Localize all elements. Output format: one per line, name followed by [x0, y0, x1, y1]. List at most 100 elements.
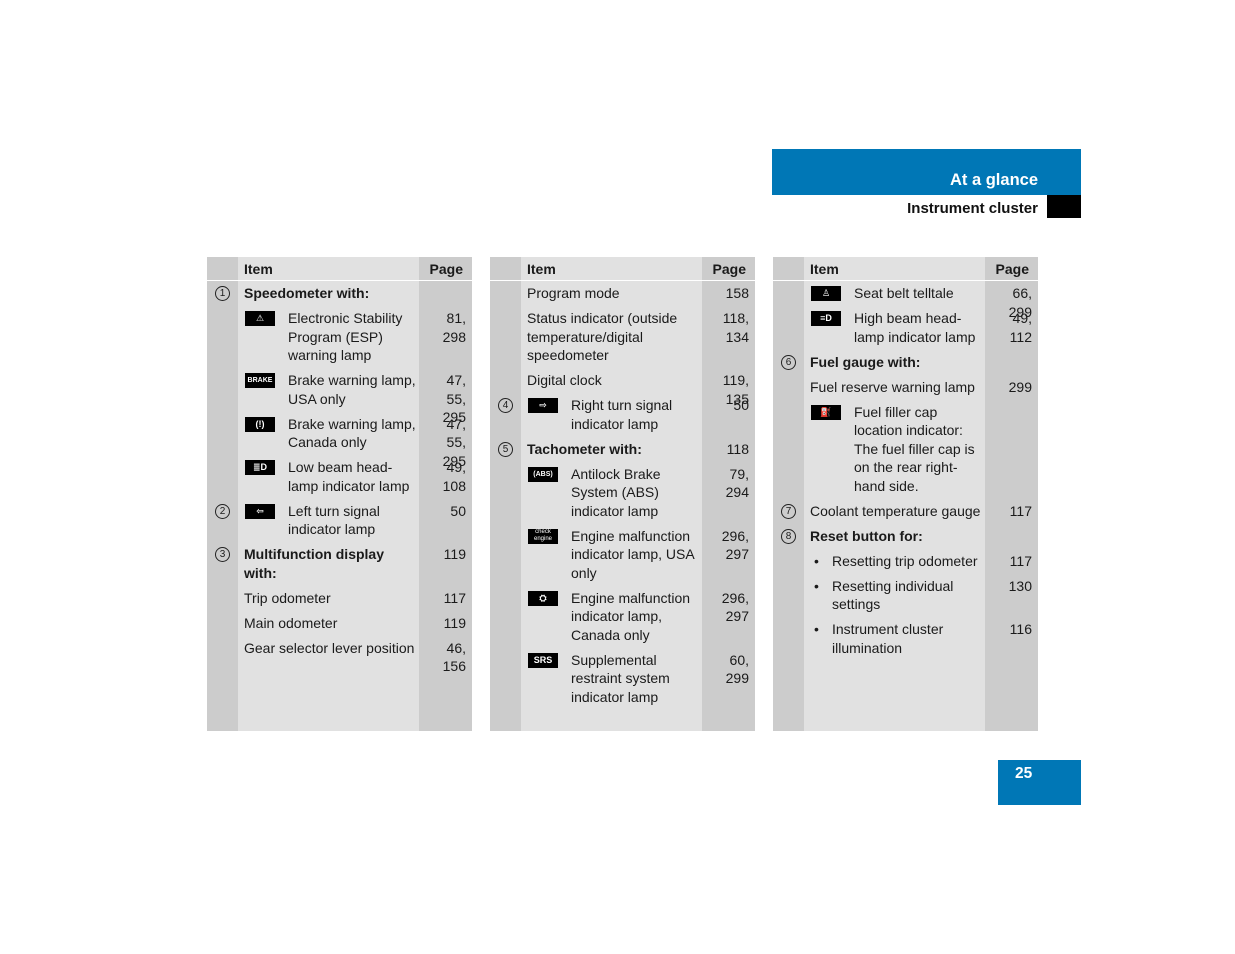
- page-reference: 158: [725, 285, 749, 301]
- table-row: ⚠ Electronic Stability Program (ESP) warn…: [207, 309, 472, 371]
- item-text: Seat belt telltale: [854, 285, 954, 301]
- callout-number: 4: [498, 398, 513, 413]
- table-row: Digital clock 119, 135: [490, 371, 755, 407]
- page-reference: 116: [1009, 621, 1032, 637]
- item-text: Digital clock: [527, 372, 602, 388]
- item-text: Speedometer with:: [244, 285, 370, 301]
- item-text: Coolant temperature gauge: [810, 502, 981, 519]
- item-text: Fuel filler cap location indicator: The …: [854, 403, 975, 494]
- page-number-box: 25: [998, 760, 1081, 805]
- table-row: ⛽ Fuel filler cap location indicator: The…: [773, 403, 1038, 502]
- table-row: 1 Speedometer with:: [207, 284, 472, 309]
- page-reference: 118, 134: [722, 310, 749, 345]
- esp-warning-icon: ⚠: [245, 311, 275, 326]
- table-row: Status indicator (outside temperature/di…: [490, 309, 755, 371]
- page-reference: 46, 156: [442, 639, 466, 675]
- header-page: Page: [429, 261, 463, 277]
- table-row: 3 Multifunction display with: 119: [207, 545, 472, 589]
- callout-number: 3: [215, 547, 230, 562]
- item-text: Resetting individual settings: [832, 577, 954, 613]
- header-page: Page: [712, 261, 746, 277]
- page-reference: 130: [1008, 577, 1032, 594]
- item-text: Low beam head-lamp indicator lamp: [288, 459, 410, 494]
- header-item: Item: [527, 261, 556, 277]
- item-text: Electronic Stability Program (ESP) warni…: [288, 310, 403, 363]
- page-reference: 117: [1009, 552, 1032, 569]
- item-text: Reset button for:: [810, 527, 923, 544]
- section-banner: At a glance: [772, 149, 1081, 195]
- engine-canada-icon: ⛭: [528, 590, 558, 606]
- table-row: Trip odometer 117: [207, 589, 472, 614]
- table-row: ≡D High beam head-lamp indicator lamp 49, …: [773, 309, 1038, 353]
- table-row: • Instrument cluster illumination 116: [773, 620, 1038, 664]
- callout-number: 6: [781, 354, 796, 370]
- callout-number: 1: [215, 286, 230, 301]
- table-row: Gear selector lever position 46, 156: [207, 639, 472, 675]
- table-rows: Program mode 158 Status indicator (outside…: [490, 284, 755, 713]
- item-text: Program mode: [527, 285, 620, 301]
- fuel-filler-icon: ⛽: [811, 404, 841, 420]
- item-text: Fuel reserve warning lamp: [810, 378, 975, 395]
- table-3: Item Page ♙ Seat belt telltale 66, 299 ≡D Hi…: [773, 257, 1038, 731]
- table-header: Item Page: [490, 257, 755, 281]
- item-text: Trip odometer: [244, 589, 331, 606]
- table-header: Item Page: [773, 257, 1038, 281]
- page-reference: 296, 297: [721, 589, 749, 625]
- page-reference: 117: [443, 589, 466, 606]
- table-row: 7 Coolant temperature gauge 117: [773, 502, 1038, 527]
- check-engine-icon: check engine: [528, 528, 558, 544]
- page-reference: 119: [443, 614, 466, 631]
- page-reference: 296, 297: [721, 527, 749, 563]
- page-reference: 49, 108: [442, 459, 466, 494]
- low-beam-icon: ≣D: [245, 460, 275, 475]
- page-reference: 118: [726, 440, 749, 457]
- abs-icon: (ABS): [528, 466, 558, 482]
- table-row: Program mode 158: [490, 284, 755, 309]
- table-row: SRS Supplemental restraint system indicat…: [490, 651, 755, 713]
- header-item: Item: [244, 261, 273, 277]
- bullet-icon: •: [814, 621, 819, 637]
- page-reference: 60, 299: [725, 651, 749, 687]
- item-text: Main odometer: [244, 614, 338, 631]
- table-rows: ♙ Seat belt telltale 66, 299 ≡D High beam he…: [773, 284, 1038, 664]
- item-text: Right turn signal indicator lamp: [571, 397, 673, 432]
- item-text: Left turn signal indicator lamp: [288, 502, 380, 538]
- table-row: • Resetting individual settings 130: [773, 577, 1038, 621]
- seat-belt-icon: ♙: [811, 286, 841, 301]
- table-rows: 1 Speedometer with: ⚠ Electronic Stability …: [207, 284, 472, 675]
- header-item: Item: [810, 261, 839, 277]
- table-2: Item Page Program mode 158 Status indicato…: [490, 257, 755, 731]
- item-text: Supplemental restraint system indicator …: [571, 651, 670, 705]
- table-row: BRAKE Brake warning lamp, USA only 47, 55,…: [207, 371, 472, 425]
- table-row: 8 Reset button for:: [773, 527, 1038, 552]
- table-row: ⛭ Engine malfunction indicator lamp, Cana…: [490, 589, 755, 651]
- table-row: check engine Engine malfunction indicator…: [490, 527, 755, 589]
- item-text: Gear selector lever position: [244, 639, 415, 656]
- table-row: Main odometer 119: [207, 614, 472, 639]
- table-row: (ABS) Antilock Brake System (ABS) indicat…: [490, 465, 755, 527]
- page-reference: 79, 294: [725, 465, 749, 501]
- header-page: Page: [995, 261, 1029, 277]
- page-reference: 299: [1008, 378, 1032, 395]
- brake-usa-icon: BRAKE: [245, 373, 275, 388]
- page-reference: 117: [1009, 502, 1032, 519]
- table-row: ≣D Low beam head-lamp indicator lamp 49, 1…: [207, 458, 472, 502]
- page-reference: 50: [733, 397, 749, 413]
- item-text: Engine malfunction indicator lamp, USA o…: [571, 527, 694, 581]
- item-text: Fuel gauge with:: [810, 353, 921, 370]
- table-row: 6 Fuel gauge with:: [773, 353, 1038, 378]
- table-row: 5 Tachometer with: 118: [490, 440, 755, 465]
- bullet-icon: •: [814, 577, 819, 594]
- table-header: Item Page: [207, 257, 472, 281]
- table-row: ♙ Seat belt telltale 66, 299: [773, 284, 1038, 320]
- high-beam-icon: ≡D: [811, 311, 841, 326]
- table-row: (!) Brake warning lamp, Canada only 47, 55…: [207, 415, 472, 469]
- item-text: Multifunction display with:: [244, 546, 384, 581]
- subsection-marker: [1047, 195, 1081, 218]
- item-text: Brake warning lamp, USA only: [288, 372, 416, 407]
- brake-canada-icon: (!): [245, 416, 275, 432]
- item-text: Instrument cluster illumination: [832, 621, 944, 656]
- item-text: Status indicator (outside temperature/di…: [527, 310, 678, 363]
- item-text: High beam head-lamp indicator lamp: [854, 310, 976, 345]
- page-reference: 119: [443, 546, 466, 562]
